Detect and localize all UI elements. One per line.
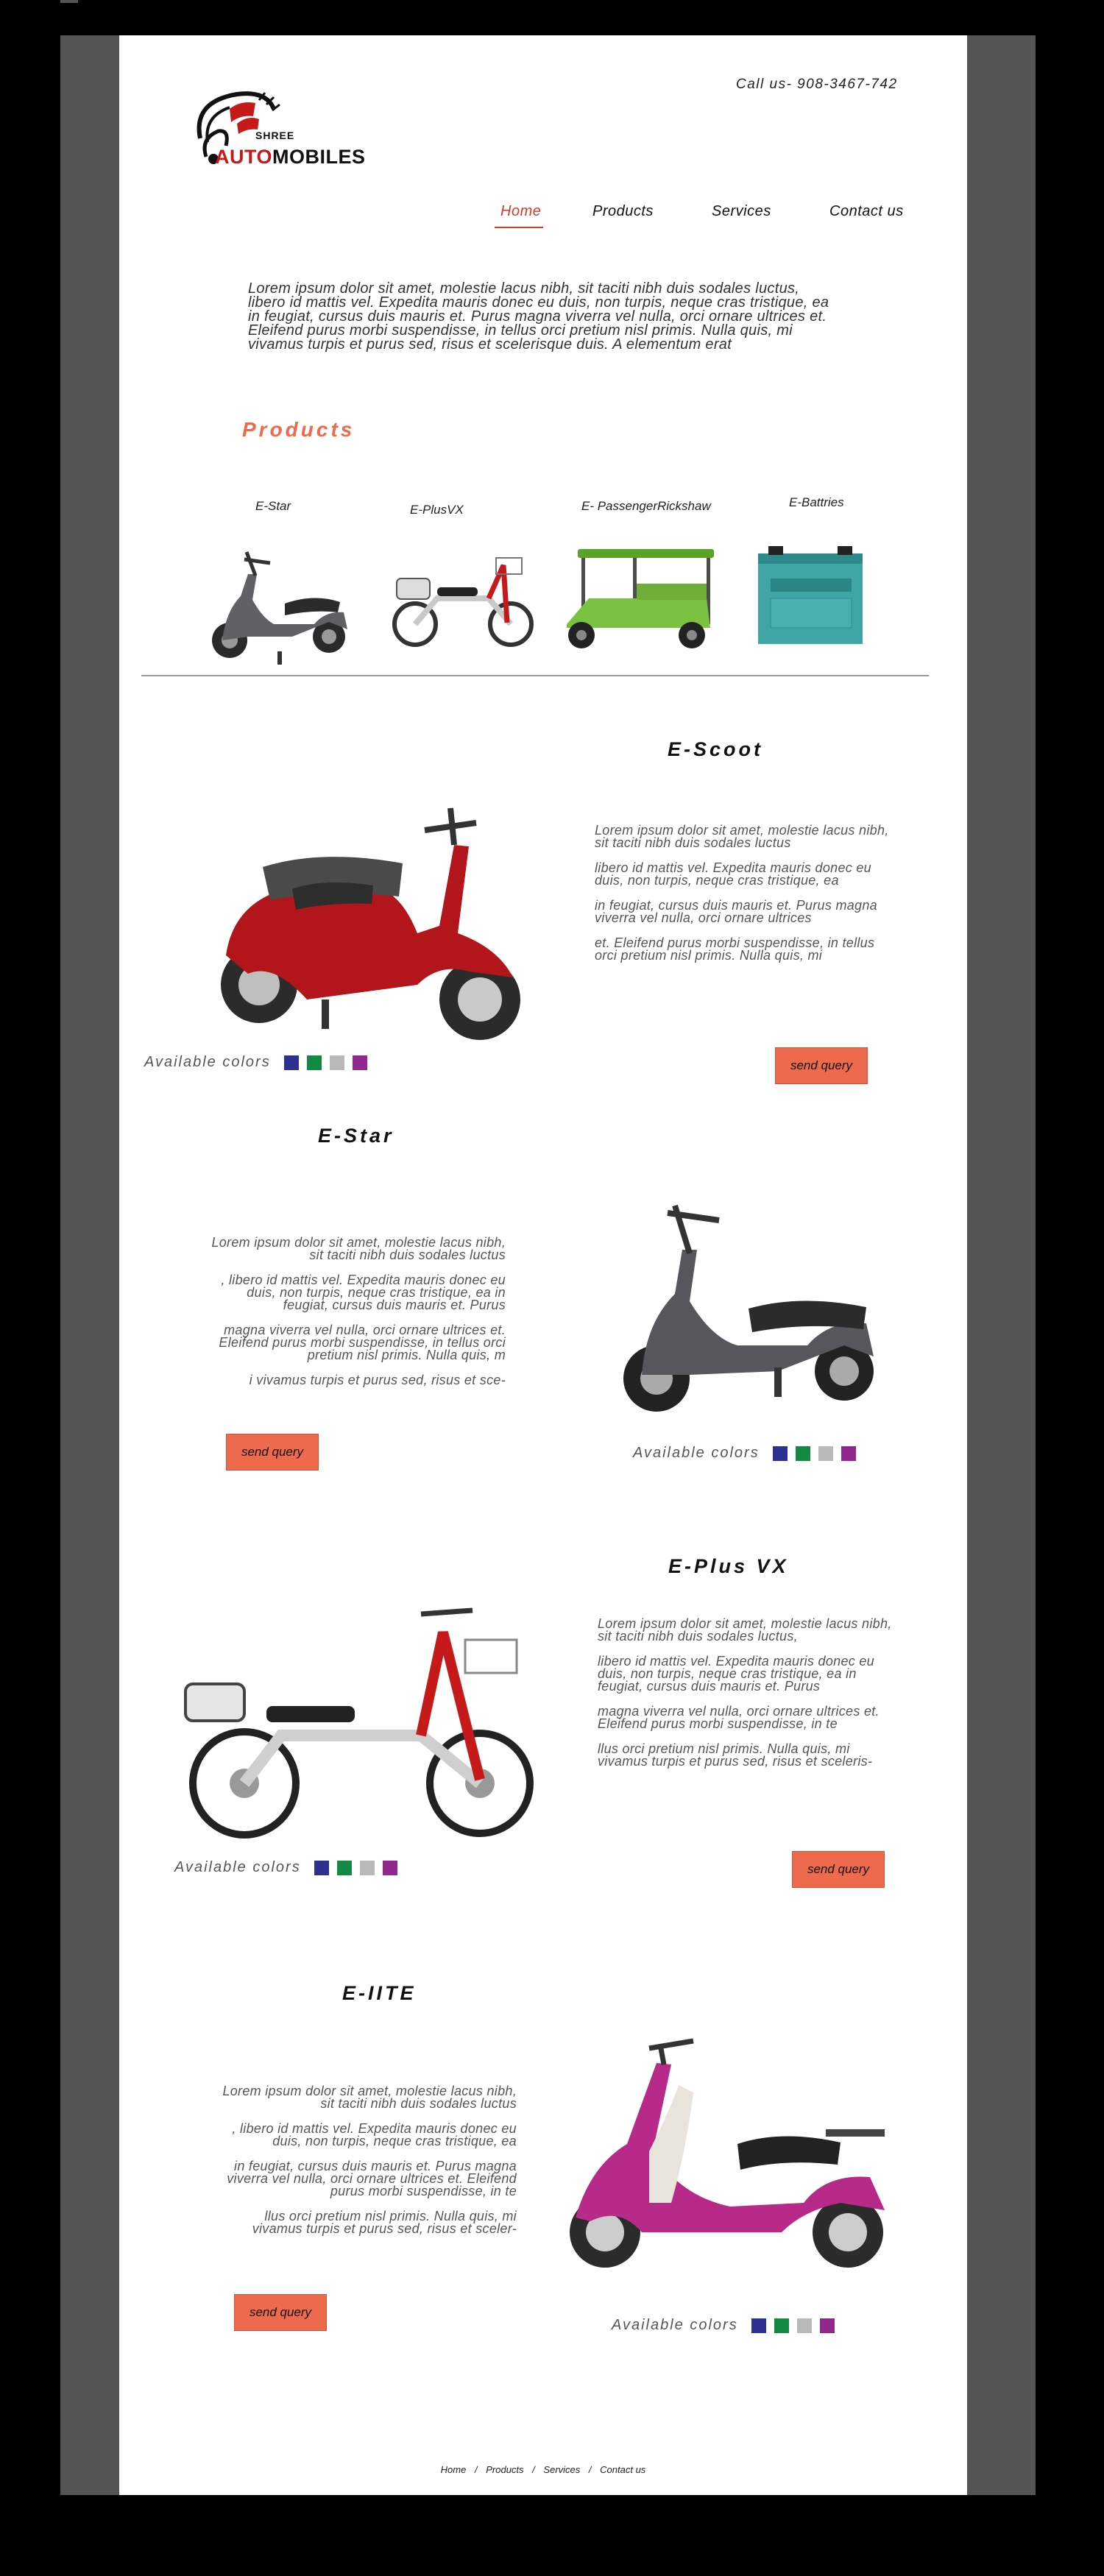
estar-thumbnail-image[interactable] — [204, 530, 358, 670]
product-label-estar[interactable]: E-Star — [255, 499, 291, 514]
eplusvx-description: Lorem ipsum dolor sit amet, molestie lac… — [598, 1616, 896, 1780]
escoot-desc-paragraph: Lorem ipsum dolor sit amet, molestie lac… — [595, 823, 889, 850]
escoot-available-colors: Available colors — [144, 1054, 367, 1071]
escoot-image — [221, 807, 520, 1040]
available-colors-label: Available colors — [144, 1054, 271, 1070]
color-swatch-purple[interactable] — [841, 1446, 856, 1461]
footer-separator: / — [588, 2464, 592, 2475]
escoot-desc-paragraph: et. Eleifend purus morbi suspendisse, in… — [595, 935, 875, 963]
product-label-rickshaw[interactable]: E- PassengerRickshaw — [581, 499, 711, 514]
color-swatch-silver[interactable] — [796, 2318, 812, 2333]
footer-link-home[interactable]: Home — [441, 2464, 467, 2475]
eiite-desc-paragraph: llus orci pretium nisl primis. Nulla qui… — [252, 2209, 517, 2236]
escoot-description: Lorem ipsum dolor sit amet, molestie lac… — [595, 824, 889, 974]
available-colors-label: Available colors — [612, 2317, 738, 2333]
estar-desc-paragraph: Lorem ipsum dolor sit amet, molestie lac… — [211, 1235, 506, 1262]
escoot-title: E-Scoot — [668, 738, 764, 760]
product-label-batteries[interactable]: E-Battries — [789, 495, 844, 510]
nav-home[interactable]: Home — [500, 203, 541, 220]
eplusvx-desc-paragraph: magna viverra vel nulla, orci ornare ult… — [598, 1704, 880, 1731]
nav-active-underline — [495, 227, 543, 228]
color-swatch-silver[interactable] — [329, 1055, 344, 1070]
estar-send-query-button[interactable]: send query — [226, 1434, 319, 1471]
brand-logo[interactable]: SHREE AUTOMOBILES — [185, 87, 365, 175]
estar-image — [623, 1204, 874, 1412]
eplusvx-image — [184, 1607, 534, 1839]
color-swatch-green[interactable] — [795, 1446, 810, 1461]
eiite-image — [570, 2038, 885, 2268]
eplusvx-desc-paragraph: Lorem ipsum dolor sit amet, molestie lac… — [598, 1616, 892, 1643]
available-colors-label: Available colors — [633, 1445, 760, 1461]
footer-link-services[interactable]: Services — [543, 2464, 580, 2475]
available-colors-label: Available colors — [174, 1859, 301, 1875]
nav-products[interactable]: Products — [592, 203, 654, 220]
eiite-desc-paragraph: , libero id mattis vel. Expedita mauris … — [232, 2121, 517, 2148]
escoot-send-query-button[interactable]: send query — [775, 1047, 868, 1084]
estar-description: Lorem ipsum dolor sit amet, molestie lac… — [211, 1236, 506, 1399]
logo-automobiles-text: AUTOMOBILES — [215, 146, 366, 168]
battery-thumbnail-image[interactable] — [752, 543, 870, 654]
eplusvx-desc-paragraph: llus orci pretium nisl primis. Nulla qui… — [598, 1741, 873, 1769]
estar-title: E-Star — [318, 1125, 394, 1147]
color-swatch-blue[interactable] — [751, 2318, 766, 2333]
eiite-send-query-button[interactable]: send query — [234, 2294, 327, 2331]
eplusvx-title: E-Plus VX — [668, 1555, 789, 1577]
eplusvx-thumbnail-image[interactable] — [386, 536, 540, 654]
eiite-desc-paragraph: Lorem ipsum dolor sit amet, molestie lac… — [222, 2084, 517, 2111]
eplusvx-available-colors: Available colors — [174, 1859, 397, 1876]
color-swatch-blue[interactable] — [314, 1860, 329, 1875]
eiite-description: Lorem ipsum dolor sit amet, molestie lac… — [222, 2084, 517, 2248]
product-label-eplusvx[interactable]: E-PlusVX — [410, 503, 464, 517]
nav-contact-us[interactable]: Contact us — [829, 203, 904, 220]
nav-services[interactable]: Services — [712, 203, 771, 220]
color-swatch-green[interactable] — [774, 2318, 789, 2333]
call-us-phone: Call us- 908-3467-742 — [736, 77, 898, 92]
footer-link-products[interactable]: Products — [486, 2464, 523, 2475]
logo-shree-text: SHREE — [255, 130, 295, 141]
color-swatch-purple[interactable] — [382, 1860, 397, 1875]
color-swatch-blue[interactable] — [772, 1446, 788, 1461]
eiite-available-colors: Available colors — [612, 2317, 835, 2334]
color-swatch-silver[interactable] — [359, 1860, 375, 1875]
intro-paragraph: Lorem ipsum dolor sit amet, molestie lac… — [248, 280, 829, 353]
estar-desc-paragraph: i vivamus turpis et purus sed, risus et … — [249, 1373, 506, 1387]
footer-link-contact-us[interactable]: Contact us — [600, 2464, 645, 2475]
estar-desc-paragraph: magna viverra vel nulla, orci ornare ult… — [219, 1323, 506, 1362]
estar-desc-paragraph: , libero id mattis vel. Expedita mauris … — [221, 1273, 506, 1312]
eplusvx-desc-paragraph: libero id mattis vel. Expedita mauris do… — [598, 1654, 874, 1694]
window-corner-mark — [60, 0, 78, 3]
eiite-title: E-IITE — [342, 1982, 417, 2004]
color-swatch-green[interactable] — [306, 1055, 322, 1070]
eiite-desc-paragraph: in feugiat, cursus duis mauris et. Purus… — [227, 2159, 517, 2198]
estar-available-colors: Available colors — [633, 1445, 856, 1462]
escoot-desc-paragraph: in feugiat, cursus duis mauris et. Purus… — [595, 898, 877, 925]
page-canvas: SHREE AUTOMOBILES Call us- 908-3467-742 … — [119, 35, 967, 2495]
rickshaw-thumbnail-image[interactable] — [559, 543, 718, 654]
footer-separator: / — [474, 2464, 478, 2475]
color-swatch-purple[interactable] — [352, 1055, 367, 1070]
color-swatch-green[interactable] — [336, 1860, 352, 1875]
footer-separator: / — [532, 2464, 535, 2475]
eplusvx-send-query-button[interactable]: send query — [792, 1851, 885, 1888]
color-swatch-silver[interactable] — [818, 1446, 833, 1461]
footer-links: Home / Products / Services / Contact us — [119, 2464, 967, 2475]
color-swatch-purple[interactable] — [819, 2318, 835, 2333]
color-swatch-blue[interactable] — [283, 1055, 299, 1070]
escoot-desc-paragraph: libero id mattis vel. Expedita mauris do… — [595, 860, 871, 888]
products-heading: Products — [242, 418, 355, 441]
section-divider — [141, 675, 929, 676]
